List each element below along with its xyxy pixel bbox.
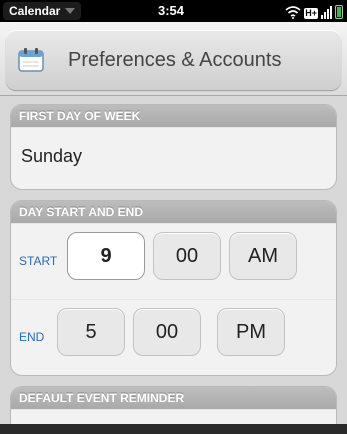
calendar-icon [18, 48, 44, 72]
end-ampm-picker[interactable]: PM [217, 308, 285, 356]
start-hour-value: 9 [100, 244, 112, 267]
page-title: Preferences & Accounts [68, 48, 282, 71]
start-minute-picker[interactable]: 00 [153, 232, 221, 280]
start-ampm-value: AM [248, 244, 278, 267]
day-start-end-group: DAY START AND END START 9 00 AM END 5 00… [10, 200, 337, 376]
end-minute-picker[interactable]: 00 [133, 308, 201, 356]
clock: 3:54 [158, 3, 185, 18]
end-hour-value: 5 [85, 320, 97, 343]
event-reminder-header: DEFAULT EVENT REMINDER [11, 387, 336, 409]
start-row: START 9 00 AM [11, 223, 336, 299]
end-ampm-value: PM [236, 320, 266, 343]
app-menu-label: Calendar [9, 4, 61, 18]
app-menu-button[interactable]: Calendar [3, 2, 81, 20]
status-icons[interactable]: H+ [285, 3, 343, 19]
day-start-end-header: DAY START AND END [11, 201, 336, 223]
start-hour-picker[interactable]: 9 [67, 232, 145, 280]
start-minute-value: 00 [175, 244, 199, 267]
wifi-icon [285, 6, 301, 19]
first-day-group: FIRST DAY OF WEEK Sunday [10, 104, 337, 190]
end-hour-picker[interactable]: 5 [57, 308, 125, 356]
end-label: END [19, 330, 45, 344]
header: Preferences & Accounts [0, 22, 347, 96]
battery-icon [335, 5, 343, 19]
start-label: START [19, 254, 58, 268]
network-type: H+ [304, 8, 318, 19]
start-ampm-picker[interactable]: AM [229, 232, 297, 280]
end-minute-value: 00 [155, 320, 179, 343]
gesture-area [0, 424, 347, 434]
header-bar: Preferences & Accounts [6, 30, 341, 90]
status-bar: Calendar 3:54 H+ [0, 0, 347, 22]
first-day-selector[interactable]: Sunday [11, 127, 336, 189]
chevron-down-icon [65, 8, 76, 14]
first-day-value: Sunday [21, 146, 83, 166]
end-row: END 5 00 PM [11, 299, 336, 375]
signal-bars-icon [321, 5, 332, 19]
first-day-header: FIRST DAY OF WEEK [11, 105, 336, 127]
